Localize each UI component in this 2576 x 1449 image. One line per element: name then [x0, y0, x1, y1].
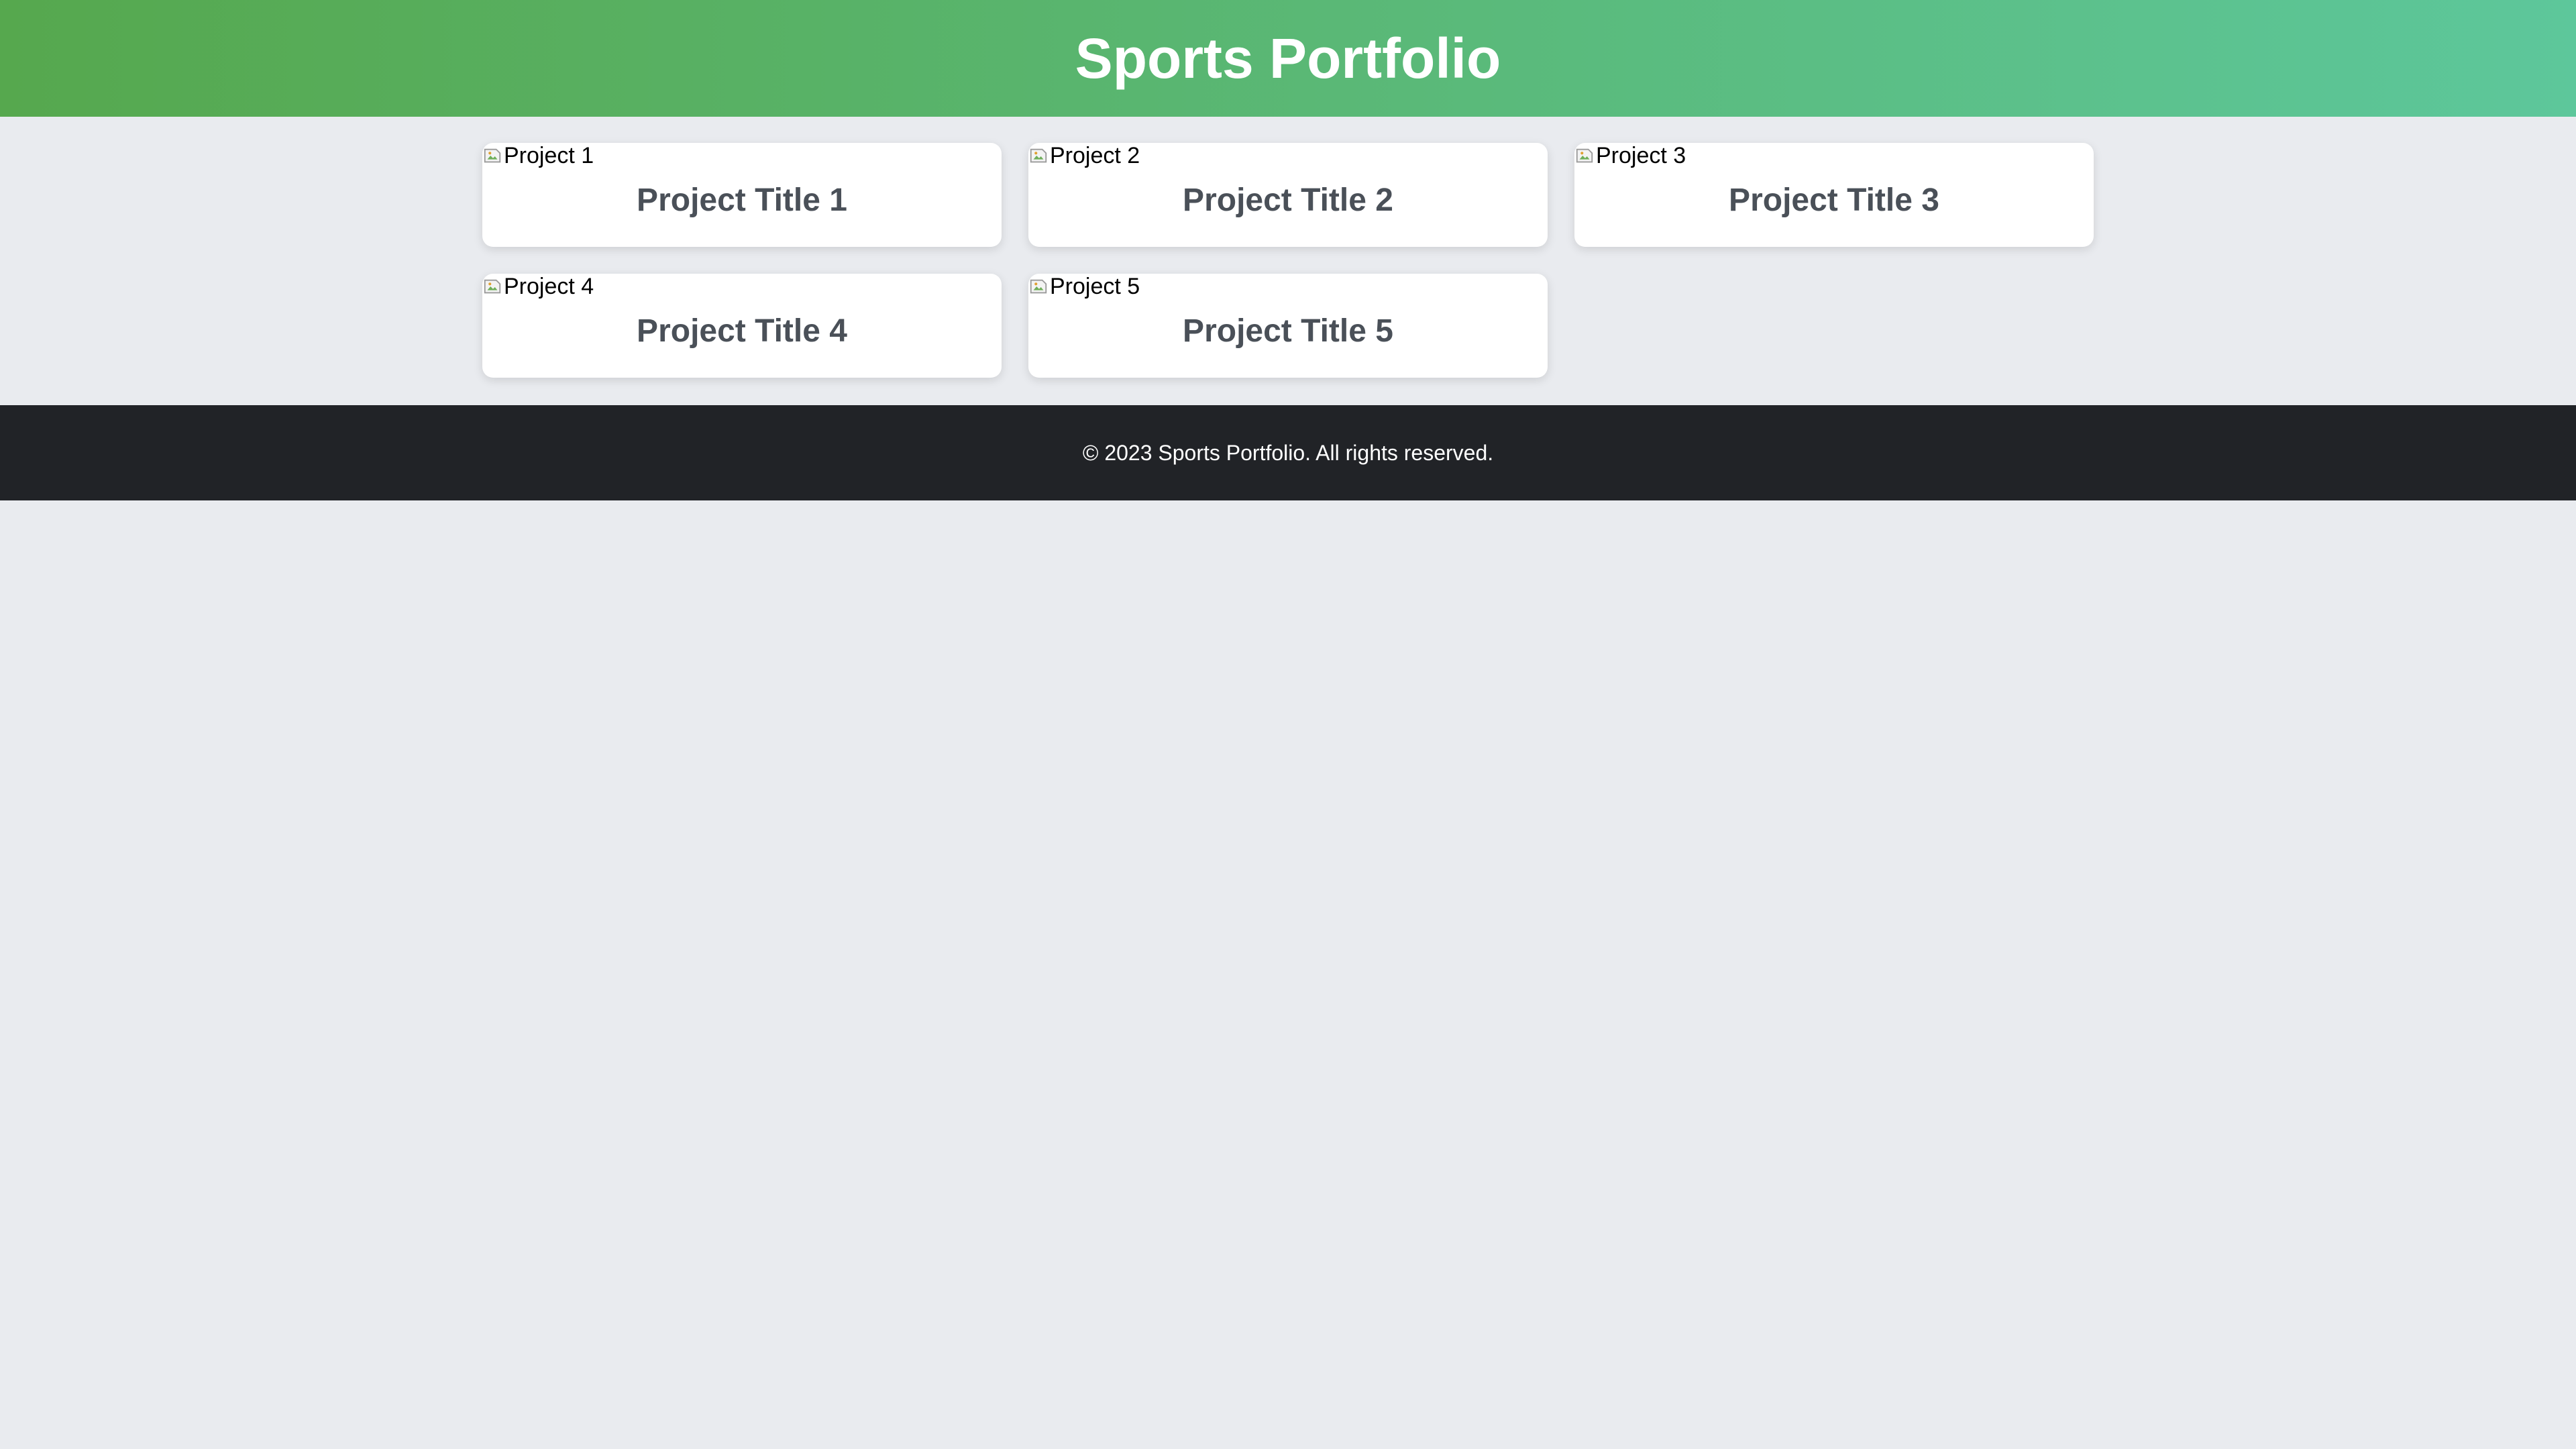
project-title: Project Title 5 — [1183, 313, 1393, 349]
broken-image-icon — [1028, 276, 1049, 297]
project-card[interactable]: Project 2 Project Title 2 — [1028, 143, 1548, 247]
project-title: Project Title 3 — [1729, 182, 1939, 218]
broken-image-icon — [1574, 145, 1595, 166]
project-image: Project 1 — [482, 143, 1002, 168]
project-card[interactable]: Project 1 Project Title 1 — [482, 143, 1002, 247]
project-card[interactable]: Project 3 Project Title 3 — [1574, 143, 2094, 247]
project-image-alt: Project 3 — [1596, 143, 1686, 168]
site-title: Sports Portfolio — [1075, 26, 1501, 90]
project-image-alt: Project 5 — [1050, 274, 1140, 299]
broken-image-icon — [482, 276, 502, 297]
project-title: Project Title 4 — [637, 313, 847, 349]
project-title: Project Title 1 — [637, 182, 847, 218]
project-card[interactable]: Project 4 Project Title 4 — [482, 274, 1002, 378]
footer-copyright: © 2023 Sports Portfolio. All rights rese… — [1082, 440, 1494, 465]
project-grid: Project 1 Project Title 1 Project 2 Proj… — [482, 143, 2094, 378]
project-image: Project 4 — [482, 274, 1002, 299]
project-card[interactable]: Project 5 Project Title 5 — [1028, 274, 1548, 378]
site-footer: © 2023 Sports Portfolio. All rights rese… — [0, 405, 2576, 500]
broken-image-icon — [482, 145, 502, 166]
project-title: Project Title 2 — [1183, 182, 1393, 218]
project-image-alt: Project 1 — [504, 143, 594, 168]
project-image-alt: Project 4 — [504, 274, 594, 299]
broken-image-icon — [1028, 145, 1049, 166]
project-image: Project 3 — [1574, 143, 2094, 168]
site-header: Sports Portfolio — [0, 0, 2576, 117]
project-image: Project 2 — [1028, 143, 1548, 168]
project-image-alt: Project 2 — [1050, 143, 1140, 168]
project-image: Project 5 — [1028, 274, 1548, 299]
